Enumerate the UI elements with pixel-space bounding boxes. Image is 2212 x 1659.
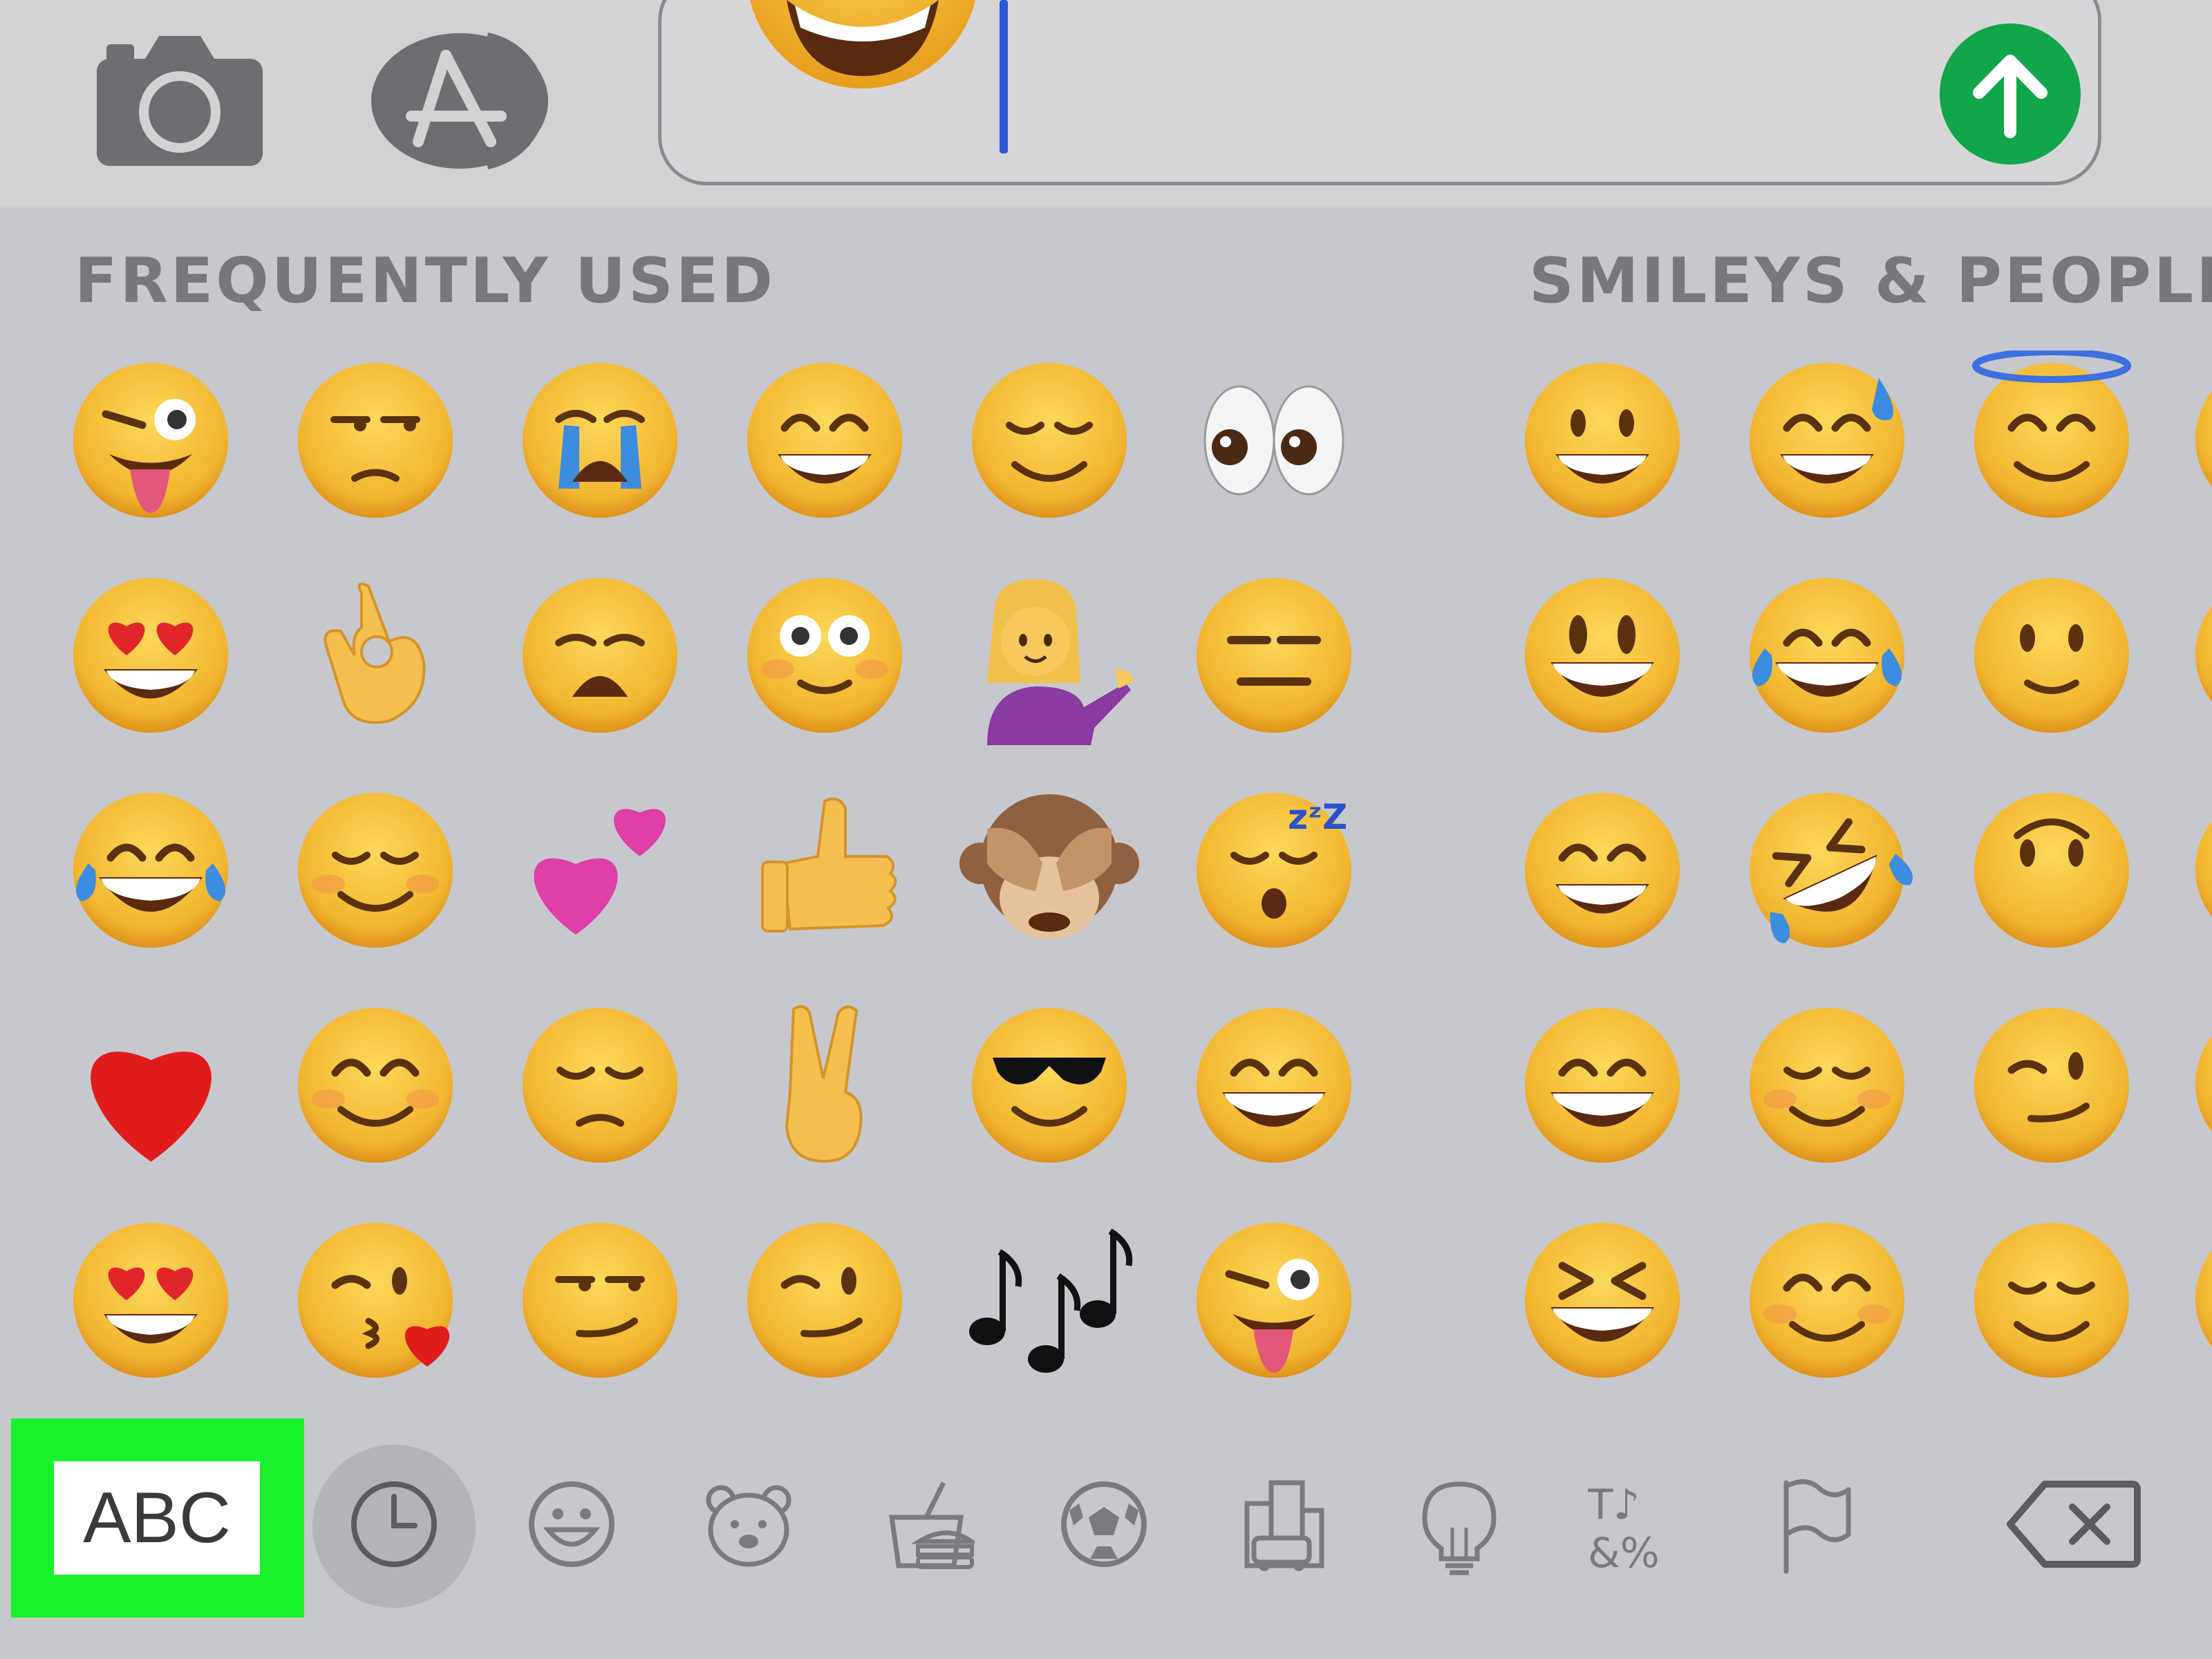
- category-activity[interactable]: [1049, 1474, 1159, 1577]
- emoji-grinning-face-with-smiling-eyes[interactable]: [1509, 777, 1696, 964]
- emoji-relieved-face[interactable]: [956, 347, 1143, 534]
- emoji-flushed-face[interactable]: [731, 562, 918, 749]
- emoji-upside-down-face[interactable]: [1958, 777, 2145, 964]
- emoji-partial[interactable]: [2183, 1207, 2212, 1394]
- emoji-beaming-face[interactable]: [1181, 992, 1367, 1179]
- soccer-ball-icon: [1061, 1481, 1147, 1567]
- backspace-icon: [2007, 1481, 2141, 1568]
- category-animals[interactable]: [693, 1474, 804, 1577]
- flag-icon: [1783, 1479, 1851, 1573]
- emoji-smiling-face[interactable]: [282, 777, 469, 964]
- category-symbols[interactable]: T♪ &%: [1581, 1474, 1691, 1577]
- emoji-rolling-on-the-floor-laughing[interactable]: [1734, 777, 1920, 964]
- category-flags[interactable]: [1759, 1474, 1869, 1577]
- emoji-slightly-smiling-face[interactable]: [1958, 562, 2145, 749]
- emoji-see-no-evil-monkey[interactable]: [956, 777, 1143, 964]
- emoji-victory-hand[interactable]: [731, 992, 918, 1179]
- emoji-eyes[interactable]: [1181, 347, 1367, 534]
- smiley-icon: [529, 1481, 615, 1567]
- emoji-smiling-face-with-smiling-eyes[interactable]: [282, 992, 469, 1179]
- emoji-ok-hand[interactable]: [282, 562, 469, 749]
- emoji-thumbs-up[interactable]: [731, 777, 918, 964]
- emoji-smiling-face-with-heart-eyes[interactable]: [57, 562, 244, 749]
- clock-icon: [351, 1481, 437, 1567]
- section-title-frequently-used: FREQUENTLY USED: [75, 245, 776, 317]
- category-objects[interactable]: [1404, 1474, 1515, 1577]
- abc-keyboard-button[interactable]: ABC: [54, 1461, 260, 1575]
- emoji-pensive-face[interactable]: [507, 992, 693, 1179]
- emoji-partial[interactable]: [2183, 992, 2212, 1179]
- bear-icon: [706, 1485, 791, 1566]
- emoji-partial[interactable]: [2183, 347, 2212, 534]
- buildings-car-icon: [1244, 1480, 1324, 1571]
- delete-button[interactable]: [1998, 1472, 2150, 1576]
- emoji-expressionless-face[interactable]: [1181, 562, 1367, 749]
- emoji-person-tipping-hand[interactable]: [956, 562, 1143, 749]
- emoji-musical-notes[interactable]: [956, 1207, 1143, 1394]
- emoji-grinning-face[interactable]: [1509, 347, 1696, 534]
- emoji-grinning-face-with-sweat[interactable]: [1734, 347, 1920, 534]
- emoji-winking-face[interactable]: [1958, 992, 2145, 1179]
- emoji-face-blowing-a-kiss[interactable]: [282, 1207, 469, 1394]
- emoji-smirking-face[interactable]: [507, 1207, 693, 1394]
- emoji-smiling-face-with-smiling-eyes[interactable]: [1734, 1207, 1920, 1394]
- emoji-winking-face-with-tongue[interactable]: [1181, 1207, 1367, 1394]
- svg-text:zᶻZ: zᶻZ: [1288, 797, 1347, 837]
- category-food[interactable]: [871, 1474, 982, 1577]
- emoji-winking-face-with-tongue[interactable]: [57, 347, 244, 534]
- emoji-beaming-face[interactable]: [1509, 992, 1696, 1179]
- category-recent[interactable]: [339, 1474, 449, 1577]
- text-cursor: [1000, 0, 1008, 153]
- emoji-relieved-face[interactable]: [1958, 1207, 2145, 1394]
- emoji-smiling-face-with-sunglasses[interactable]: [956, 992, 1143, 1179]
- svg-text:&%: &%: [1588, 1529, 1660, 1576]
- camera-icon: [97, 36, 263, 166]
- send-arrow-icon: [1973, 55, 2047, 138]
- emoji-red-heart[interactable]: [57, 992, 244, 1179]
- emoji-grinning-face-with-big-eyes[interactable]: [1509, 562, 1696, 749]
- emoji-smiling-face-with-halo[interactable]: [1958, 347, 2145, 534]
- category-travel[interactable]: [1226, 1474, 1337, 1577]
- symbols-icon: T♪&%: [1588, 1481, 1660, 1576]
- burger-icon: [888, 1481, 975, 1569]
- emoji-weary-face[interactable]: [507, 562, 693, 749]
- emoji-loudly-crying-face[interactable]: [507, 347, 693, 534]
- section-title-smileys-people: SMILEYS & PEOPLE: [1529, 245, 2212, 317]
- category-smileys[interactable]: [516, 1474, 627, 1577]
- emoji-smiling-face-with-heart-eyes[interactable]: [57, 1207, 244, 1394]
- emoji-sleeping-face[interactable]: zᶻZ: [1181, 777, 1367, 964]
- camera-button[interactable]: [83, 21, 276, 180]
- input-grinning-emoji: [745, 0, 994, 118]
- emoji-partial[interactable]: [2183, 777, 2212, 964]
- emoji-two-hearts[interactable]: [507, 777, 693, 964]
- send-button[interactable]: [1940, 24, 2081, 165]
- emoji-partial[interactable]: [2183, 562, 2212, 749]
- emoji-face-with-tears-of-joy[interactable]: [57, 777, 244, 964]
- emoji-winking-face[interactable]: [731, 1207, 918, 1394]
- lightbulb-icon: [1422, 1481, 1497, 1575]
- emoji-unamused-face[interactable]: [282, 347, 469, 534]
- emoji-smiling-face[interactable]: [1734, 992, 1920, 1179]
- emoji-grinning-squinting-face[interactable]: [1509, 1207, 1696, 1394]
- app-store-icon: [371, 32, 548, 169]
- svg-text:T♪: T♪: [1588, 1481, 1640, 1529]
- app-store-button[interactable]: [366, 21, 574, 180]
- emoji-face-with-tears-of-joy[interactable]: [1734, 562, 1920, 749]
- emoji-grinning-face-with-smiling-eyes[interactable]: [731, 347, 918, 534]
